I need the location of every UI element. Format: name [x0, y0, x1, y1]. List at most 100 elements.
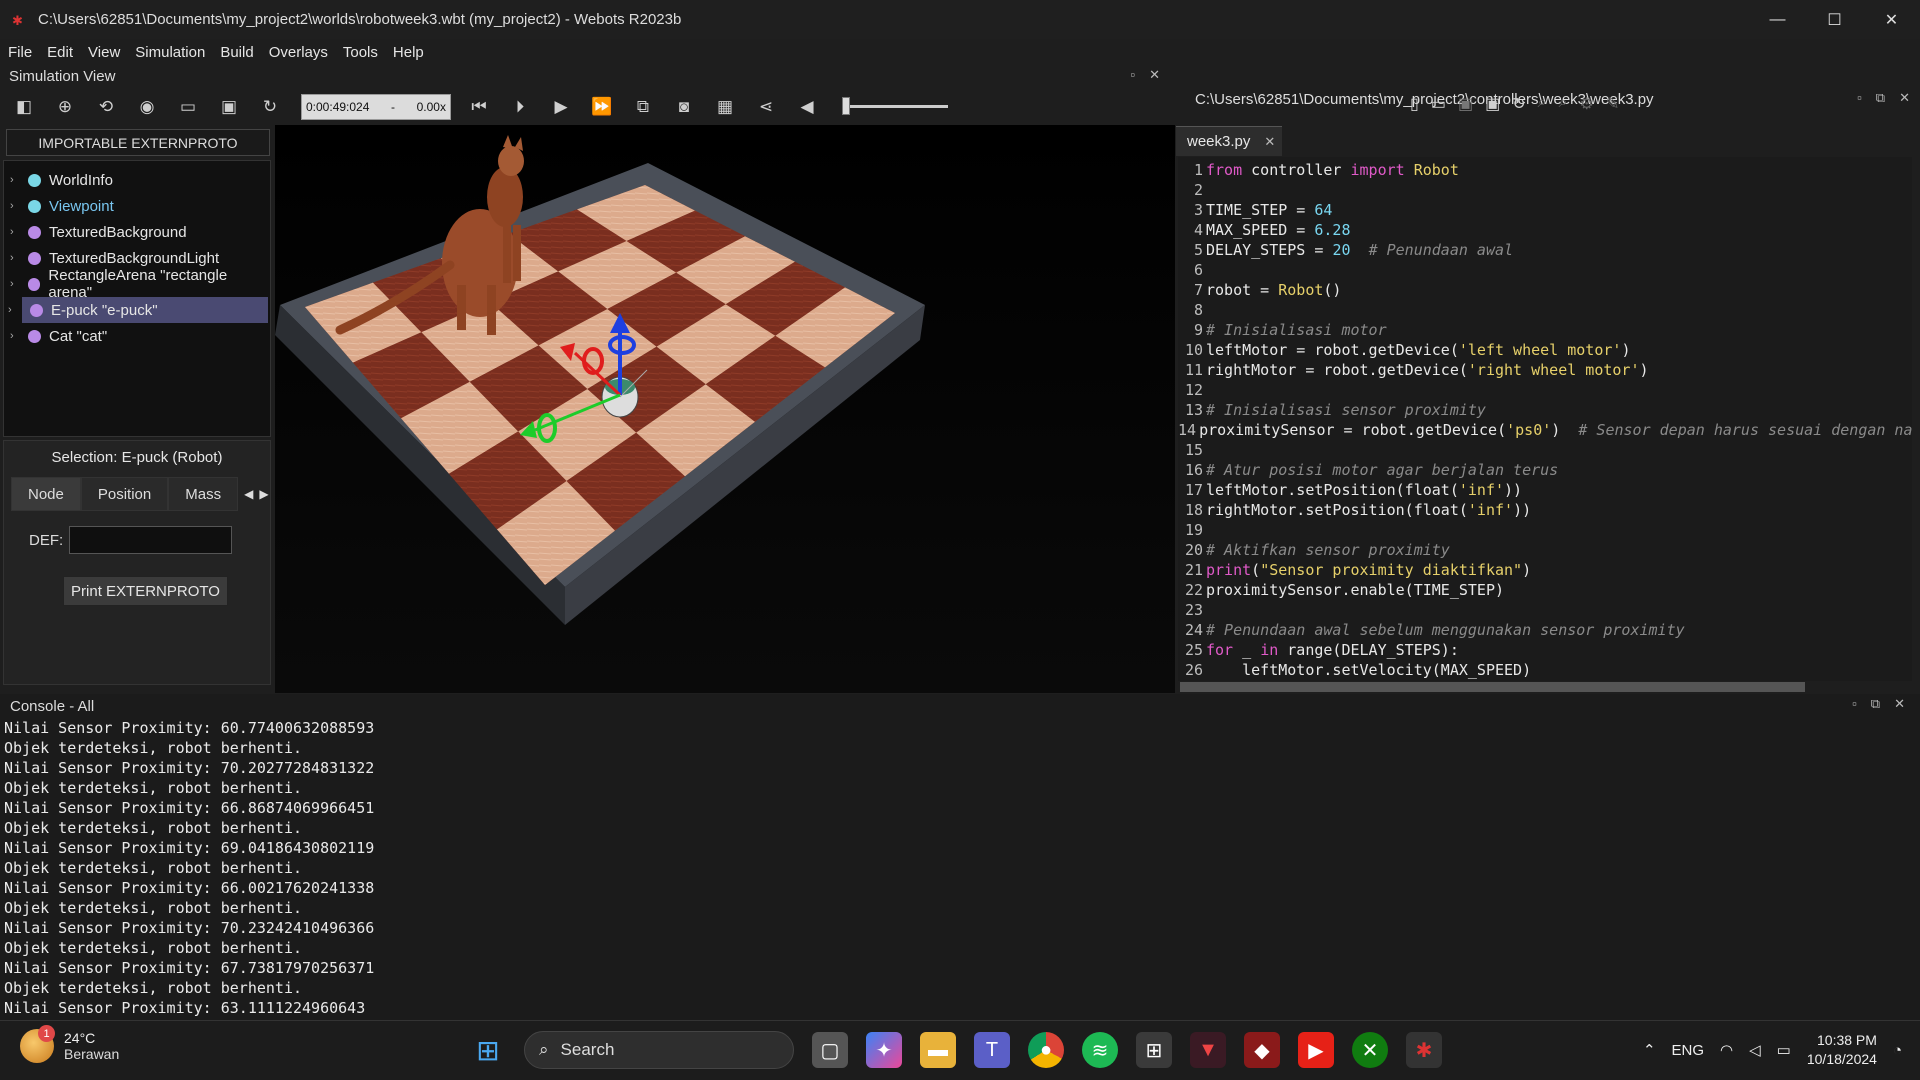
- spotify-icon[interactable]: ≋: [1082, 1032, 1118, 1068]
- clock[interactable]: 10:38 PM 10/18/2024: [1807, 1031, 1877, 1069]
- menu-tools[interactable]: Tools: [343, 44, 378, 61]
- copilot-icon[interactable]: ✦: [866, 1032, 902, 1068]
- tab-scroll-left-icon[interactable]: ◀: [244, 487, 253, 501]
- menu-file[interactable]: File: [8, 44, 32, 61]
- menu-simulation[interactable]: Simulation: [135, 44, 205, 61]
- close-button[interactable]: ✕: [1863, 0, 1920, 39]
- chevron-right-icon[interactable]: ›: [10, 200, 24, 212]
- 3d-viewport[interactable]: [275, 125, 1175, 693]
- chevron-right-icon[interactable]: ›: [8, 304, 22, 316]
- close-panel-icon[interactable]: ✕: [1149, 67, 1160, 83]
- share-icon[interactable]: ⋖: [756, 97, 776, 117]
- close-tab-icon[interactable]: ✕: [1264, 134, 1275, 150]
- task-view-icon[interactable]: ▢: [812, 1032, 848, 1068]
- notification-bell-icon[interactable]: ◔: [1893, 1042, 1902, 1059]
- scene-tree-item[interactable]: › Viewpoint: [4, 193, 270, 219]
- float-console-icon[interactable]: ▫: [1852, 696, 1857, 712]
- eye-icon[interactable]: ◉: [137, 97, 157, 117]
- tab-node[interactable]: Node: [11, 477, 81, 511]
- def-input[interactable]: [69, 526, 233, 554]
- replace-icon[interactable]: ⌕: [1559, 94, 1568, 120]
- start-icon[interactable]: ⊞: [470, 1032, 506, 1068]
- undock-console-icon[interactable]: ⧉: [1871, 696, 1880, 712]
- close-editor-icon[interactable]: ✕: [1899, 90, 1910, 106]
- tab-position[interactable]: Position: [80, 477, 169, 511]
- scene-tree-item[interactable]: › WorldInfo: [4, 167, 270, 193]
- chevron-up-icon[interactable]: ⌃: [1643, 1041, 1656, 1059]
- toggle-scene-tree-icon[interactable]: ◧: [14, 97, 34, 117]
- find-icon[interactable]: ⌕: [1538, 94, 1547, 120]
- chevron-right-icon[interactable]: ›: [10, 174, 24, 186]
- reload-world-icon[interactable]: ↻: [260, 97, 280, 117]
- chevron-right-icon[interactable]: ›: [10, 226, 24, 238]
- float-editor-icon[interactable]: ▫: [1857, 90, 1862, 106]
- tab-week3-py[interactable]: week3.py ✕: [1176, 126, 1282, 156]
- screenshot-icon[interactable]: ◙: [674, 97, 694, 117]
- menu-edit[interactable]: Edit: [47, 44, 73, 61]
- importable-externproto-button[interactable]: IMPORTABLE EXTERNPROTO: [6, 129, 270, 156]
- app-red-icon[interactable]: ▼: [1190, 1032, 1226, 1068]
- open-world-icon[interactable]: ▭: [178, 97, 198, 117]
- teams-icon[interactable]: T: [974, 1032, 1010, 1068]
- tab-mass[interactable]: Mass: [168, 477, 239, 511]
- mute-icon[interactable]: ◀: [797, 97, 817, 117]
- taskbar-search[interactable]: ⌕ Search: [524, 1031, 794, 1069]
- new-file-icon[interactable]: ▯: [1410, 94, 1419, 120]
- clean-icon[interactable]: ✎: [1606, 94, 1619, 120]
- float-panel-icon[interactable]: ▫: [1130, 67, 1135, 83]
- language-indicator[interactable]: ENG: [1672, 1042, 1705, 1059]
- scene-tree-item[interactable]: › E-puck "e-puck": [8, 297, 268, 323]
- volume-slider-knob[interactable]: [842, 97, 850, 115]
- chevron-right-icon[interactable]: ›: [10, 252, 24, 264]
- code-token: rightMotor = robot.getDevice(: [1206, 361, 1468, 379]
- fast-forward-icon[interactable]: ⏩: [591, 97, 612, 117]
- add-node-icon[interactable]: ⊕: [55, 97, 75, 117]
- rendering-toggle-icon[interactable]: ⧉: [633, 97, 653, 117]
- menu-build[interactable]: Build: [220, 44, 253, 61]
- save-world-icon[interactable]: ▣: [219, 97, 239, 117]
- tab-scroll-right-icon[interactable]: ▶: [259, 487, 268, 501]
- close-console-icon[interactable]: ✕: [1894, 696, 1905, 712]
- chevron-right-icon[interactable]: ›: [10, 330, 24, 342]
- node-icon: [28, 199, 41, 213]
- code-editor[interactable]: 1 from controller import Robot 2 3 TIME_STEP…: [1178, 157, 1912, 681]
- scene-tree-item[interactable]: › RectangleArena "rectangle arena": [4, 267, 270, 301]
- battery-icon[interactable]: ▭: [1777, 1041, 1791, 1059]
- code-line: 10 leftMotor = robot.getDevice('left whee…: [1178, 341, 1912, 361]
- game-app-icon[interactable]: ◆: [1244, 1032, 1280, 1068]
- reset-simulation-icon[interactable]: ⏮: [469, 97, 489, 117]
- maximize-button[interactable]: ☐: [1806, 0, 1863, 39]
- menu-overlays[interactable]: Overlays: [269, 44, 328, 61]
- save-all-icon[interactable]: ▣: [1485, 94, 1500, 120]
- code-line: 26 leftMotor.setVelocity(MAX_SPEED): [1178, 661, 1912, 681]
- weather-widget[interactable]: 1 24°C Berawan: [20, 1025, 119, 1063]
- webots-taskbar-icon[interactable]: ✱: [1406, 1032, 1442, 1068]
- record-movie-icon[interactable]: ▦: [715, 97, 735, 117]
- undock-editor-icon[interactable]: ⧉: [1876, 90, 1885, 106]
- menu-help[interactable]: Help: [393, 44, 424, 61]
- play-icon[interactable]: ▶: [551, 97, 571, 117]
- open-file-icon[interactable]: ▭: [1431, 94, 1446, 120]
- menu-view[interactable]: View: [88, 44, 120, 61]
- minimize-button[interactable]: —: [1749, 0, 1806, 39]
- build-icon[interactable]: ⚙: [1580, 94, 1594, 120]
- code-horizontal-scrollbar[interactable]: [1180, 682, 1805, 692]
- reset-view-icon[interactable]: ⟲: [96, 97, 116, 117]
- volume-slider[interactable]: [842, 97, 948, 115]
- xbox-icon[interactable]: ✕: [1352, 1032, 1388, 1068]
- scene-tree-item[interactable]: › Cat "cat": [4, 323, 270, 349]
- chrome-icon[interactable]: ●: [1028, 1032, 1064, 1068]
- file-explorer-icon[interactable]: ▬: [920, 1032, 956, 1068]
- save-file-icon[interactable]: ▣: [1458, 94, 1473, 120]
- revert-file-icon[interactable]: ↻: [1512, 94, 1525, 120]
- print-externproto-button[interactable]: Print EXTERNPROTO: [63, 576, 228, 606]
- volume-icon[interactable]: ◁: [1749, 1041, 1761, 1059]
- chevron-right-icon[interactable]: ›: [10, 278, 24, 290]
- microsoft-store-icon[interactable]: ⊞: [1136, 1032, 1172, 1068]
- step-icon[interactable]: ⏵: [510, 97, 530, 117]
- scene-tree-item[interactable]: › TexturedBackground: [4, 219, 270, 245]
- code-line: 16 # Atur posisi motor agar berjalan teru…: [1178, 461, 1912, 481]
- youtube-icon[interactable]: ▶: [1298, 1032, 1334, 1068]
- wifi-icon[interactable]: ◠: [1720, 1041, 1733, 1059]
